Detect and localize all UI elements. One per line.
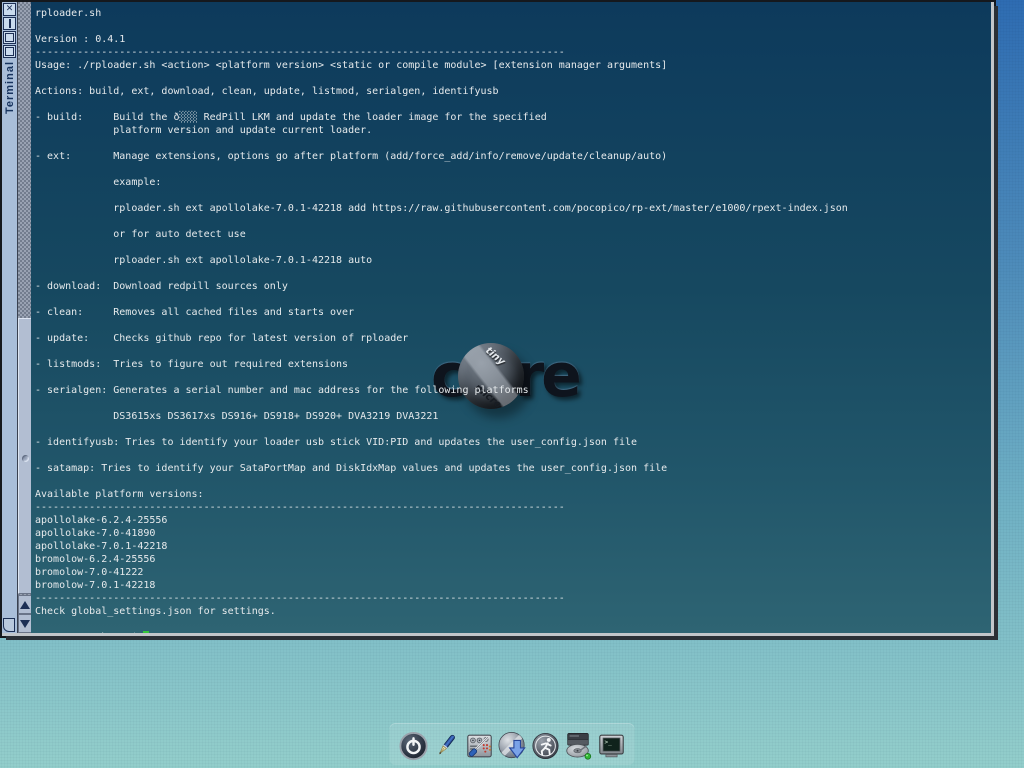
- maximize-button[interactable]: [3, 31, 16, 44]
- terminal-line: [35, 98, 991, 111]
- iconify-button[interactable]: [3, 45, 16, 58]
- prompt-line[interactable]: tc@box:~$: [35, 618, 991, 633]
- run-exec-icon[interactable]: [530, 728, 561, 761]
- arrow-down-icon: [20, 620, 30, 628]
- terminal-window: ✕ Terminal c tiny micro re: [0, 0, 996, 638]
- terminal-line: [35, 137, 991, 150]
- arrow-up-icon: [20, 601, 30, 609]
- terminal-line: [35, 72, 991, 85]
- terminal-line: [35, 475, 991, 488]
- terminal-line: - serialgen: Generates a serial number a…: [35, 384, 991, 397]
- terminal-icon[interactable]: >_: [596, 728, 627, 761]
- power-exit-icon[interactable]: [398, 728, 429, 761]
- terminal-output[interactable]: c tiny micro re rploader.sh Version : 0.…: [31, 2, 991, 633]
- dock: >_: [390, 723, 635, 765]
- terminal-line: [35, 293, 991, 306]
- terminal-line: [35, 397, 991, 410]
- terminal-line: - update: Checks github repo for latest …: [35, 332, 991, 345]
- close-button[interactable]: ✕: [3, 3, 16, 16]
- terminal-line: ----------------------------------------…: [35, 501, 991, 514]
- terminal-line: rploader.sh ext apollolake-7.0.1-42218 a…: [35, 254, 991, 267]
- terminal-line: - clean: Removes all cached files and st…: [35, 306, 991, 319]
- terminal-line: bromolow-7.0-41222: [35, 566, 991, 579]
- terminal-line: [35, 163, 991, 176]
- pen-editor-icon[interactable]: [431, 728, 462, 761]
- terminal-line: Check global_settings.json for settings.: [35, 605, 991, 618]
- svg-text:>_: >_: [604, 739, 612, 746]
- terminal-line: apollolake-6.2.4-25556: [35, 514, 991, 527]
- terminal-line: ----------------------------------------…: [35, 592, 991, 605]
- terminal-line: apollolake-7.0-41890: [35, 527, 991, 540]
- terminal-line: Version : 0.4.1: [35, 33, 991, 46]
- terminal-line: Actions: build, ext, download, clean, up…: [35, 85, 991, 98]
- terminal-line: [35, 241, 991, 254]
- terminal-line: ----------------------------------------…: [35, 46, 991, 59]
- scroll-up-button[interactable]: [18, 595, 32, 614]
- terminal-line: rploader.sh: [35, 7, 991, 20]
- terminal-line: [35, 345, 991, 358]
- terminal-line: - satamap: Tries to identify your SataPo…: [35, 462, 991, 475]
- terminal-line: [35, 20, 991, 33]
- window-titlebar[interactable]: ✕ Terminal: [2, 2, 17, 633]
- terminal-line: [35, 423, 991, 436]
- mount-disk-icon[interactable]: [563, 728, 594, 761]
- terminal-line: Available platform versions:: [35, 488, 991, 501]
- shell-prompt: tc@box:~$: [83, 632, 137, 633]
- apps-download-icon[interactable]: [497, 728, 528, 761]
- terminal-line: [35, 319, 991, 332]
- window-frame: ✕ Terminal c tiny micro re: [2, 2, 994, 636]
- terminal-line: apollolake-7.0.1-42218: [35, 540, 991, 553]
- terminal-line: - download: Download redpill sources onl…: [35, 280, 991, 293]
- terminal-line: - ext: Manage extensions, options go aft…: [35, 150, 991, 163]
- terminal-lines: rploader.sh Version : 0.4.1-------------…: [35, 7, 991, 618]
- terminal-line: - build: Build the ð░░░ RedPill LKM and …: [35, 111, 991, 124]
- terminal-line: bromolow-6.2.4-25556: [35, 553, 991, 566]
- scrollbar-thumb[interactable]: [18, 318, 32, 594]
- terminal-line: DS3615xs DS3617xs DS916+ DS918+ DS920+ D…: [35, 410, 991, 423]
- window-title: Terminal: [4, 61, 16, 114]
- shade-button[interactable]: [3, 17, 16, 30]
- terminal-line: Usage: ./rploader.sh <action> <platform …: [35, 59, 991, 72]
- terminal-line: [35, 371, 991, 384]
- terminal-line: - listmods: Tries to figure out required…: [35, 358, 991, 371]
- terminal-line: example:: [35, 176, 991, 189]
- desktop: { "window": { "title": "Terminal", "butt…: [0, 0, 1024, 768]
- terminal-line: platform version and update current load…: [35, 124, 991, 137]
- terminal-line: bromolow-7.0.1-42218: [35, 579, 991, 592]
- terminal-line: [35, 267, 991, 280]
- terminal-line: [35, 189, 991, 202]
- scroll-down-button[interactable]: [18, 614, 32, 633]
- terminal-line: or for auto detect use: [35, 228, 991, 241]
- scrollbar-trough[interactable]: [17, 2, 31, 633]
- resize-handle[interactable]: [3, 618, 15, 632]
- scrollbar-dimple-icon: [22, 455, 29, 462]
- terminal-line: [35, 215, 991, 228]
- terminal-cursor: [143, 631, 149, 633]
- terminal-line: [35, 449, 991, 462]
- control-panel-icon[interactable]: [464, 728, 495, 761]
- terminal-line: - identifyusb: Tries to identify your lo…: [35, 436, 991, 449]
- terminal-line: rploader.sh ext apollolake-7.0.1-42218 a…: [35, 202, 991, 215]
